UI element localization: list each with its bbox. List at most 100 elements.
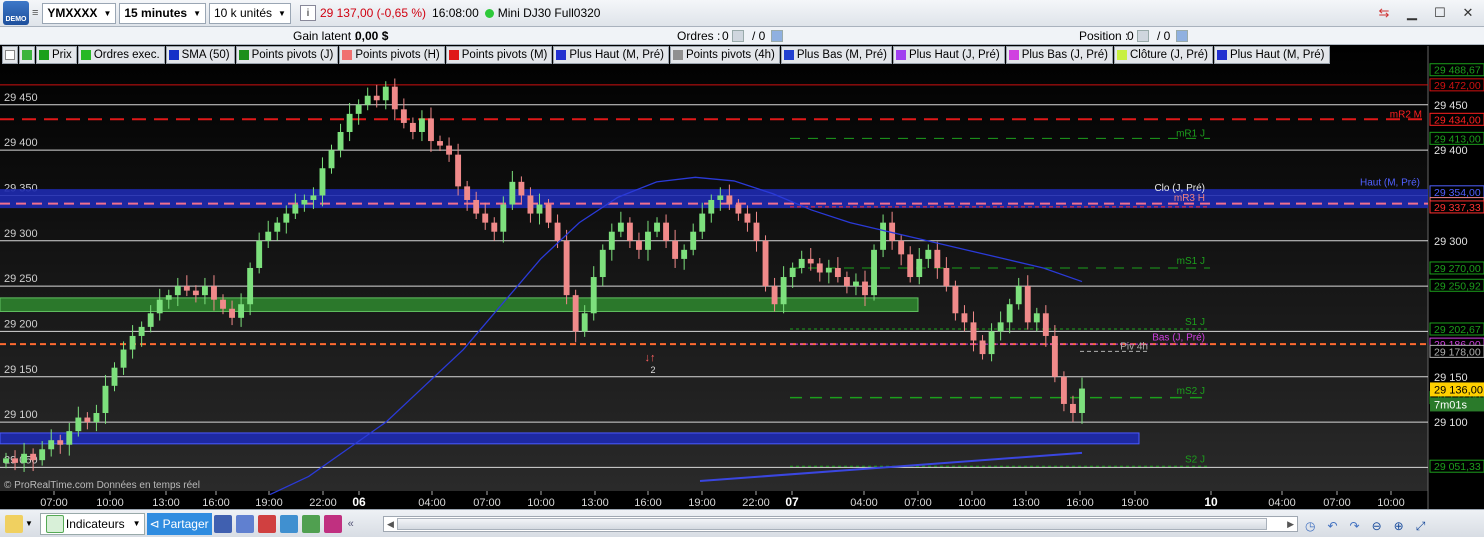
legend-color-swatch: [342, 50, 353, 60]
legend-color-swatch: [895, 50, 906, 60]
x-tick-label: 13:00: [581, 497, 609, 509]
legend-label: Ordres exec.: [93, 49, 160, 61]
more-left-icon[interactable]: «: [348, 518, 354, 530]
autoscale-icon[interactable]: ⤢: [1413, 515, 1429, 537]
support-zone: [0, 297, 919, 312]
candle-down: [970, 322, 977, 341]
legend-visibility-toggle[interactable]: [2, 46, 18, 64]
candle-up: [156, 299, 163, 314]
close-button[interactable]: ✕: [1458, 3, 1478, 23]
undo-icon[interactable]: ↶: [1324, 515, 1340, 537]
candle-down: [862, 281, 868, 296]
orders-cancel-icon[interactable]: [732, 29, 744, 43]
level-label: Haut (M, Pré): [1360, 177, 1420, 188]
sync-icon[interactable]: ⇆: [1374, 3, 1394, 23]
candle-up: [301, 199, 308, 205]
price-tag: 29 488,67: [1434, 65, 1481, 77]
expand-icon[interactable]: ≡: [32, 7, 38, 19]
indicators-button[interactable]: Indicateurs ▼: [39, 512, 145, 535]
legend-chip[interactable]: Prix: [36, 46, 77, 64]
x-tick-label: 16:00: [634, 497, 662, 509]
legend-label: Prix: [52, 49, 72, 61]
drawing-tool-button[interactable]: ▼: [0, 513, 36, 535]
instrument-select[interactable]: YMXXXX ▼: [42, 2, 117, 24]
legend-chip[interactable]: SMA (50): [165, 46, 235, 64]
x-tick-label: 07: [785, 495, 799, 509]
candle-up: [1006, 304, 1013, 323]
level-label: mR1 J: [1176, 128, 1205, 139]
level-label: S1 J: [1185, 317, 1205, 328]
zoom-out-icon[interactable]: ⊖: [1369, 515, 1385, 537]
ruler-icon[interactable]: [213, 514, 232, 533]
chart-scrollbar[interactable]: ◀ ▶: [383, 516, 1298, 532]
candle-down: [1042, 313, 1049, 336]
chart-settings-icon[interactable]: [279, 514, 298, 533]
position-close-icon[interactable]: [1137, 29, 1149, 43]
candle-up: [201, 286, 208, 296]
timeframe-value: 15 minutes: [124, 6, 188, 20]
candle-up: [789, 267, 796, 278]
legend-chip[interactable]: Points pivots (M): [445, 46, 553, 64]
x-tick-label: 04:00: [850, 497, 878, 509]
candle-down: [554, 222, 561, 241]
candle-up: [1015, 286, 1022, 305]
legend-chip[interactable]: Ordres exec.: [77, 46, 165, 64]
candle-type-icon[interactable]: [257, 514, 276, 533]
scroll-right-icon[interactable]: ▶: [1287, 519, 1294, 530]
info-icon[interactable]: i: [299, 5, 316, 21]
candle-down: [943, 267, 950, 287]
candle-up: [274, 222, 281, 232]
share-button[interactable]: ⊲ Partager: [146, 512, 212, 535]
chevron-down-icon: ▼: [25, 519, 33, 528]
timeframe-select[interactable]: 15 minutes ▼: [119, 2, 206, 24]
legend-label: Plus Haut (J, Pré): [908, 49, 1000, 61]
legend-chip[interactable]: Points pivots (H): [339, 46, 445, 64]
candle-down: [572, 295, 579, 332]
legend-chip[interactable]: Clôture (J, Pré): [1113, 46, 1213, 64]
candle-down: [563, 240, 570, 296]
legend-chip[interactable]: Plus Haut (J, Pré): [892, 46, 1005, 64]
redo-icon[interactable]: ↷: [1347, 515, 1363, 537]
candle-up: [780, 277, 787, 305]
orders-settings-icon[interactable]: [771, 29, 783, 43]
minimize-button[interactable]: ▁: [1402, 3, 1422, 23]
candle-down: [952, 286, 959, 314]
scroll-left-icon[interactable]: ◀: [387, 519, 394, 530]
history-icon[interactable]: ◷: [1302, 515, 1318, 537]
gain-label: Gain latent :: [293, 29, 358, 43]
legend-chip[interactable]: Points pivots (4h): [669, 46, 780, 64]
x-tick-label: 22:00: [742, 497, 770, 509]
level-label: mS2 J: [1177, 386, 1205, 397]
legend-chart-toggle[interactable]: [19, 46, 35, 64]
candle-up: [916, 258, 923, 278]
x-tick-label: 07:00: [1323, 497, 1351, 509]
y-tick-label: 29 450: [1434, 100, 1468, 112]
low-zone: [0, 432, 1140, 445]
position-settings-icon[interactable]: [1176, 29, 1188, 43]
order-marker-icon: ↓↑: [645, 352, 656, 364]
legend-chip[interactable]: Plus Haut (M, Pré): [553, 46, 669, 64]
comment-icon[interactable]: [235, 514, 254, 533]
scrollbar-thumb[interactable]: [397, 518, 1267, 530]
zoom-window-icon[interactable]: [301, 514, 320, 533]
x-tick-label: 10:00: [958, 497, 986, 509]
candle-up: [617, 222, 624, 232]
candle-up: [265, 231, 272, 241]
legend-chip[interactable]: Plus Bas (M, Pré): [780, 46, 892, 64]
candle-down: [843, 277, 850, 287]
candle-up: [581, 313, 588, 332]
legend-chip[interactable]: Plus Haut (M, Pré): [1213, 46, 1330, 64]
candle-down: [400, 109, 407, 123]
units-select[interactable]: 10 k unités ▼: [208, 2, 291, 24]
candle-up: [93, 413, 100, 423]
candle-up: [1079, 388, 1085, 414]
instrument-value: YMXXXX: [47, 6, 98, 20]
zoom-in-icon[interactable]: ⊕: [1391, 515, 1407, 537]
legend-chip[interactable]: Points pivots (J): [235, 46, 339, 64]
legend-chip[interactable]: Plus Bas (J, Pré): [1005, 46, 1113, 64]
maximize-button[interactable]: ☐: [1430, 3, 1450, 23]
alert-icon[interactable]: [323, 514, 342, 533]
price-chart[interactable]: 29 45029 45029 40029 40029 35029 35029 3…: [0, 46, 1484, 509]
price-tag: 29 472,00: [1434, 80, 1481, 92]
x-tick-label: 19:00: [1121, 497, 1149, 509]
